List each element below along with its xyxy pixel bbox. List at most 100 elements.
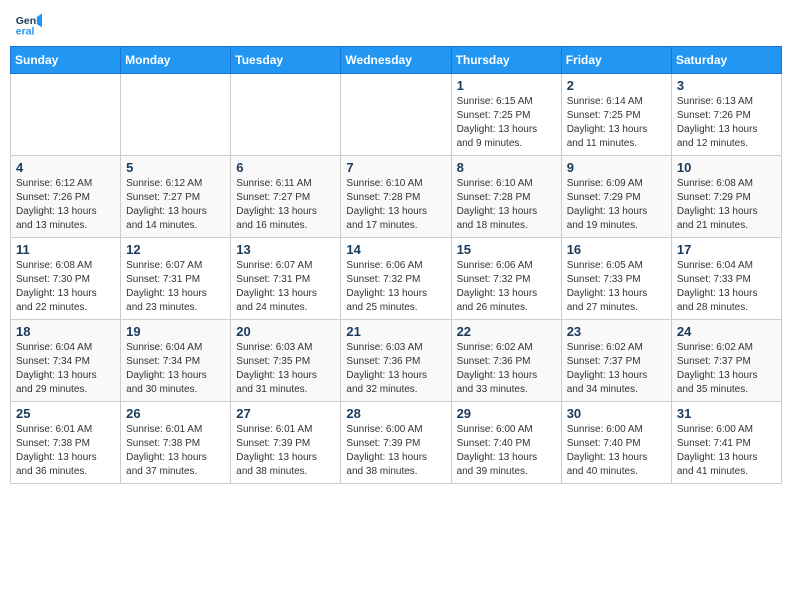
day-info: Sunrise: 6:01 AM Sunset: 7:38 PM Dayligh… xyxy=(126,423,225,479)
weekday-header-cell: Thursday xyxy=(451,47,561,74)
calendar-day-cell: 9 Sunrise: 6:09 AM Sunset: 7:29 PM Daylig… xyxy=(561,156,671,238)
day-number: 26 xyxy=(126,406,225,421)
day-number: 17 xyxy=(677,242,776,257)
svg-text:eral: eral xyxy=(16,26,35,38)
day-info: Sunrise: 6:01 AM Sunset: 7:39 PM Dayligh… xyxy=(236,423,335,479)
calendar-day-cell: 17 Sunrise: 6:04 AM Sunset: 7:33 PM Dayli… xyxy=(671,238,781,320)
day-number: 4 xyxy=(16,160,115,175)
day-number: 14 xyxy=(346,242,445,257)
calendar-day-cell: 11 Sunrise: 6:08 AM Sunset: 7:30 PM Dayli… xyxy=(11,238,121,320)
calendar-day-cell: 22 Sunrise: 6:02 AM Sunset: 7:36 PM Dayli… xyxy=(451,320,561,402)
day-info: Sunrise: 6:15 AM Sunset: 7:25 PM Dayligh… xyxy=(457,95,556,151)
calendar-day-cell: 6 Sunrise: 6:11 AM Sunset: 7:27 PM Daylig… xyxy=(231,156,341,238)
day-number: 16 xyxy=(567,242,666,257)
calendar-day-cell: 5Sunrise: 6:12 AM Sunset: 7:27 PM Daylig… xyxy=(121,156,231,238)
day-info: Sunrise: 6:01 AM Sunset: 7:38 PM Dayligh… xyxy=(16,423,115,479)
calendar-week-row: 11 Sunrise: 6:08 AM Sunset: 7:30 PM Dayli… xyxy=(11,238,782,320)
day-info: Sunrise: 6:00 AM Sunset: 7:39 PM Dayligh… xyxy=(346,423,445,479)
day-number: 5 xyxy=(126,160,225,175)
day-info: Sunrise: 6:02 AM Sunset: 7:36 PM Dayligh… xyxy=(457,341,556,397)
calendar-week-row: 25 Sunrise: 6:01 AM Sunset: 7:38 PM Dayli… xyxy=(11,402,782,484)
day-number: 25 xyxy=(16,406,115,421)
logo: Gen eral xyxy=(14,10,46,38)
calendar-week-row: 4 Sunrise: 6:12 AM Sunset: 7:26 PM Daylig… xyxy=(11,156,782,238)
day-info: Sunrise: 6:06 AM Sunset: 7:32 PM Dayligh… xyxy=(457,259,556,315)
day-info: Sunrise: 6:06 AM Sunset: 7:32 PM Dayligh… xyxy=(346,259,445,315)
weekday-header-cell: Saturday xyxy=(671,47,781,74)
day-info: Sunrise: 6:08 AM Sunset: 7:29 PM Dayligh… xyxy=(677,177,776,233)
calendar-day-cell: 29 Sunrise: 6:00 AM Sunset: 7:40 PM Dayli… xyxy=(451,402,561,484)
weekday-header-row: SundayMondayTuesdayWednesdayThursdayFrid… xyxy=(11,47,782,74)
day-number: 20 xyxy=(236,324,335,339)
day-number: 18 xyxy=(16,324,115,339)
day-info: Sunrise: 6:12 AM Sunset: 7:26 PM Dayligh… xyxy=(16,177,115,233)
day-number: 6 xyxy=(236,160,335,175)
day-number: 12 xyxy=(126,242,225,257)
day-info: Sunrise: 6:04 AM Sunset: 7:33 PM Dayligh… xyxy=(677,259,776,315)
calendar-day-cell: 4 Sunrise: 6:12 AM Sunset: 7:26 PM Daylig… xyxy=(11,156,121,238)
day-number: 13 xyxy=(236,242,335,257)
day-info: Sunrise: 6:02 AM Sunset: 7:37 PM Dayligh… xyxy=(677,341,776,397)
weekday-header-cell: Sunday xyxy=(11,47,121,74)
calendar-day-cell: 24 Sunrise: 6:02 AM Sunset: 7:37 PM Dayli… xyxy=(671,320,781,402)
day-info: Sunrise: 6:13 AM Sunset: 7:26 PM Dayligh… xyxy=(677,95,776,151)
weekday-header-cell: Friday xyxy=(561,47,671,74)
calendar-day-cell: 31Sunrise: 6:00 AM Sunset: 7:41 PM Dayli… xyxy=(671,402,781,484)
calendar-day-cell: 19 Sunrise: 6:04 AM Sunset: 7:34 PM Dayli… xyxy=(121,320,231,402)
day-number: 28 xyxy=(346,406,445,421)
calendar-day-cell: 10Sunrise: 6:08 AM Sunset: 7:29 PM Dayli… xyxy=(671,156,781,238)
calendar-day-cell: 1 Sunrise: 6:15 AM Sunset: 7:25 PM Daylig… xyxy=(451,74,561,156)
day-info: Sunrise: 6:11 AM Sunset: 7:27 PM Dayligh… xyxy=(236,177,335,233)
day-info: Sunrise: 6:04 AM Sunset: 7:34 PM Dayligh… xyxy=(16,341,115,397)
calendar-week-row: 1 Sunrise: 6:15 AM Sunset: 7:25 PM Daylig… xyxy=(11,74,782,156)
day-number: 23 xyxy=(567,324,666,339)
day-info: Sunrise: 6:10 AM Sunset: 7:28 PM Dayligh… xyxy=(457,177,556,233)
day-number: 2 xyxy=(567,78,666,93)
weekday-header-cell: Wednesday xyxy=(341,47,451,74)
calendar-day-cell: 20 Sunrise: 6:03 AM Sunset: 7:35 PM Dayli… xyxy=(231,320,341,402)
weekday-header-cell: Monday xyxy=(121,47,231,74)
calendar-day-cell xyxy=(11,74,121,156)
day-number: 30 xyxy=(567,406,666,421)
day-number: 11 xyxy=(16,242,115,257)
calendar-week-row: 18 Sunrise: 6:04 AM Sunset: 7:34 PM Dayli… xyxy=(11,320,782,402)
day-number: 3 xyxy=(677,78,776,93)
day-info: Sunrise: 6:10 AM Sunset: 7:28 PM Dayligh… xyxy=(346,177,445,233)
calendar-day-cell: 21Sunrise: 6:03 AM Sunset: 7:36 PM Dayli… xyxy=(341,320,451,402)
day-info: Sunrise: 6:09 AM Sunset: 7:29 PM Dayligh… xyxy=(567,177,666,233)
day-info: Sunrise: 6:00 AM Sunset: 7:40 PM Dayligh… xyxy=(567,423,666,479)
day-number: 9 xyxy=(567,160,666,175)
day-info: Sunrise: 6:03 AM Sunset: 7:35 PM Dayligh… xyxy=(236,341,335,397)
day-info: Sunrise: 6:07 AM Sunset: 7:31 PM Dayligh… xyxy=(236,259,335,315)
calendar-body: 1 Sunrise: 6:15 AM Sunset: 7:25 PM Daylig… xyxy=(11,74,782,484)
calendar-day-cell: 14 Sunrise: 6:06 AM Sunset: 7:32 PM Dayli… xyxy=(341,238,451,320)
day-number: 7 xyxy=(346,160,445,175)
calendar-day-cell: 28 Sunrise: 6:00 AM Sunset: 7:39 PM Dayli… xyxy=(341,402,451,484)
day-number: 27 xyxy=(236,406,335,421)
day-number: 29 xyxy=(457,406,556,421)
calendar-day-cell: 8 Sunrise: 6:10 AM Sunset: 7:28 PM Daylig… xyxy=(451,156,561,238)
calendar-table: SundayMondayTuesdayWednesdayThursdayFrid… xyxy=(10,46,782,484)
calendar-day-cell xyxy=(231,74,341,156)
day-number: 8 xyxy=(457,160,556,175)
day-info: Sunrise: 6:00 AM Sunset: 7:40 PM Dayligh… xyxy=(457,423,556,479)
calendar-day-cell: 27 Sunrise: 6:01 AM Sunset: 7:39 PM Dayli… xyxy=(231,402,341,484)
day-info: Sunrise: 6:07 AM Sunset: 7:31 PM Dayligh… xyxy=(126,259,225,315)
day-info: Sunrise: 6:14 AM Sunset: 7:25 PM Dayligh… xyxy=(567,95,666,151)
day-info: Sunrise: 6:03 AM Sunset: 7:36 PM Dayligh… xyxy=(346,341,445,397)
calendar-day-cell: 2 Sunrise: 6:14 AM Sunset: 7:25 PM Daylig… xyxy=(561,74,671,156)
day-info: Sunrise: 6:08 AM Sunset: 7:30 PM Dayligh… xyxy=(16,259,115,315)
calendar-day-cell: 30 Sunrise: 6:00 AM Sunset: 7:40 PM Dayli… xyxy=(561,402,671,484)
day-number: 22 xyxy=(457,324,556,339)
calendar-day-cell: 13 Sunrise: 6:07 AM Sunset: 7:31 PM Dayli… xyxy=(231,238,341,320)
day-info: Sunrise: 6:02 AM Sunset: 7:37 PM Dayligh… xyxy=(567,341,666,397)
day-number: 24 xyxy=(677,324,776,339)
calendar-day-cell: 16Sunrise: 6:05 AM Sunset: 7:33 PM Dayli… xyxy=(561,238,671,320)
calendar-day-cell: 12 Sunrise: 6:07 AM Sunset: 7:31 PM Dayli… xyxy=(121,238,231,320)
day-number: 31 xyxy=(677,406,776,421)
day-info: Sunrise: 6:04 AM Sunset: 7:34 PM Dayligh… xyxy=(126,341,225,397)
day-number: 19 xyxy=(126,324,225,339)
day-number: 1 xyxy=(457,78,556,93)
calendar-day-cell: 26 Sunrise: 6:01 AM Sunset: 7:38 PM Dayli… xyxy=(121,402,231,484)
calendar-day-cell xyxy=(341,74,451,156)
